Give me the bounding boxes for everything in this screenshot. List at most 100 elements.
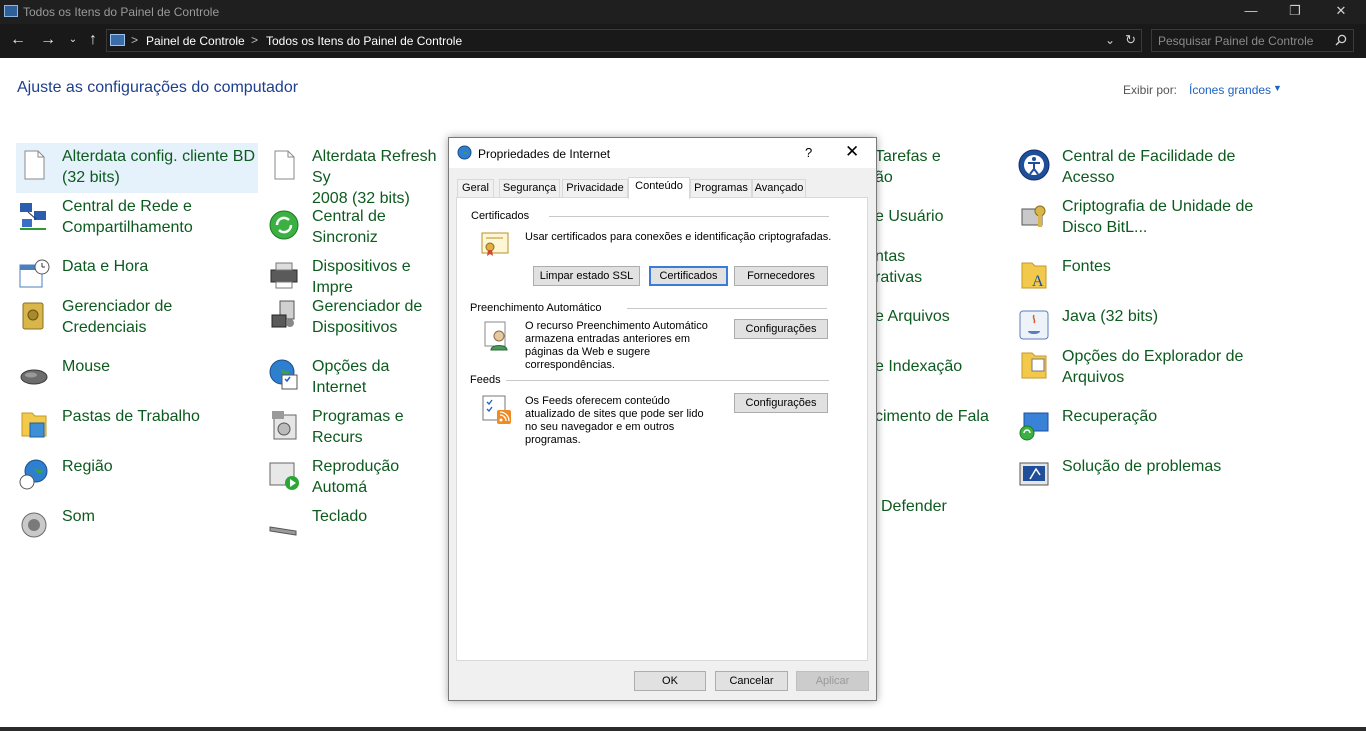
cp-item-label: e Arquivos	[875, 308, 950, 325]
page-title: Ajuste as configurações do computador	[17, 79, 299, 96]
cp-item-network-center[interactable]: Central de Rede e Compartilhamento	[16, 193, 258, 243]
certificates-button[interactable]: Certificados	[649, 266, 728, 286]
tab-general[interactable]: Geral	[457, 179, 494, 198]
dialog-title: Propriedades de Internet	[478, 147, 611, 161]
cp-item-recovery[interactable]: Recuperação	[1016, 403, 1286, 453]
refresh-icon[interactable]: ↻	[1125, 32, 1136, 48]
breadcrumb-separator-icon: >	[131, 33, 139, 47]
autocomplete-user-icon	[484, 321, 508, 351]
printer-icon	[270, 262, 298, 289]
cp-item-label: Opções da Internet	[312, 358, 390, 396]
view-by-caret-icon[interactable]: ▼	[1273, 83, 1282, 93]
cp-item-ease-of-access[interactable]: Central de Facilidade de Acesso	[1016, 143, 1286, 193]
folder-options-icon	[1021, 352, 1047, 379]
cp-item-label: Opções do Explorador de Arquivos	[1062, 348, 1244, 386]
sync-icon	[269, 210, 299, 240]
cp-item-label: Reprodução Automá	[312, 458, 400, 496]
apply-button[interactable]: Aplicar	[796, 671, 869, 691]
recovery-icon	[1019, 412, 1049, 441]
cp-item-device-manager[interactable]: Gerenciador de Dispositivos	[266, 293, 448, 343]
document-icon	[24, 150, 45, 180]
search-icon[interactable]	[1335, 34, 1347, 46]
cp-item-region[interactable]: Região	[16, 453, 258, 503]
cancel-button[interactable]: Cancelar	[715, 671, 788, 691]
back-arrow-icon[interactable]: ←	[7, 31, 29, 49]
cp-item-mouse[interactable]: Mouse	[16, 353, 258, 403]
cp-item-sync-center[interactable]: Central de Sincroniz	[266, 203, 448, 253]
cp-item-bitlocker[interactable]: Criptografia de Unidade de Disco BitL...	[1016, 193, 1286, 243]
cp-item-label: Central de Sincroniz	[312, 208, 386, 246]
bitlocker-key-icon	[1021, 205, 1046, 227]
cp-item-label: Teclado	[312, 508, 368, 525]
cp-item-label: Som	[62, 508, 95, 525]
search-box[interactable]	[1151, 29, 1354, 52]
close-window-button[interactable]: ✕	[1318, 0, 1364, 24]
search-input[interactable]	[1158, 33, 1328, 49]
control-panel-icon	[110, 34, 125, 46]
cp-item-label: Criptografia de Unidade de Disco BitL...	[1062, 198, 1254, 236]
clear-ssl-button[interactable]: Limpar estado SSL	[533, 266, 640, 286]
cp-item-work-folders[interactable]: Pastas de Trabalho	[16, 403, 258, 453]
ok-button[interactable]: OK	[634, 671, 706, 691]
cp-item-sound[interactable]: Som	[16, 503, 258, 553]
cp-item-credential-manager[interactable]: Gerenciador de Credenciais	[16, 293, 258, 343]
restore-button[interactable]: ❐	[1272, 0, 1318, 24]
internet-properties-dialog: Propriedades de Internet ? ✕ Geral Segur…	[448, 137, 877, 701]
up-arrow-icon[interactable]: ↑	[82, 31, 104, 49]
svg-text:A: A	[1032, 273, 1044, 290]
internet-globe-icon	[457, 145, 472, 160]
cp-item-programs-features[interactable]: Programas e Recurs	[266, 403, 448, 453]
cp-item-label: ntas rativas	[875, 248, 923, 286]
certificate-icon	[481, 232, 509, 256]
tab-programs[interactable]: Programas	[690, 179, 752, 198]
close-dialog-button[interactable]: ✕	[845, 142, 859, 162]
fonts-folder-icon: A	[1021, 262, 1047, 290]
cp-item-label: Alterdata config. cliente BD (32 bits)	[62, 148, 255, 186]
cp-item-troubleshooting[interactable]: Solução de problemas	[1016, 453, 1286, 503]
cp-item-label: Programas e Recurs	[312, 408, 404, 446]
java-icon	[1019, 310, 1049, 340]
group-divider	[549, 216, 829, 217]
network-icon	[20, 203, 46, 230]
group-divider	[506, 380, 829, 381]
minimize-button[interactable]: —	[1228, 0, 1274, 24]
control-panel-icon	[4, 5, 18, 17]
programs-icon	[272, 411, 297, 440]
feeds-icon	[482, 395, 511, 424]
cp-item-label: Região	[62, 458, 113, 475]
cp-item-keyboard[interactable]: Teclado	[266, 503, 448, 553]
navigation-bar: ← → ⌄ ↑ > Painel de Controle > Todos os …	[0, 24, 1366, 58]
troubleshooting-icon	[1019, 462, 1049, 486]
tab-advanced[interactable]: Avançado	[752, 179, 806, 198]
cp-item-file-explorer-options[interactable]: Opções do Explorador de Arquivos	[1016, 343, 1286, 393]
cp-item-label: Data e Hora	[62, 258, 149, 275]
autocomplete-settings-button[interactable]: Configurações	[734, 319, 828, 339]
tab-content[interactable]: Conteúdo	[628, 177, 690, 199]
cp-item-label: Defender	[881, 498, 947, 515]
cp-item-fonts[interactable]: A Fontes	[1016, 253, 1286, 303]
view-by-dropdown[interactable]: Ícones grandes	[1189, 83, 1271, 97]
publishers-button[interactable]: Fornecedores	[734, 266, 828, 286]
tab-security[interactable]: Segurança	[499, 179, 560, 198]
address-dropdown-icon[interactable]: ⌄	[1105, 33, 1115, 47]
cp-item-label: e Usuário	[875, 208, 944, 225]
cp-item-label: Fontes	[1062, 258, 1111, 275]
content-tab-panel: Certificados Usar certificados para cone…	[456, 197, 868, 661]
cp-item-alterdata-config[interactable]: Alterdata config. cliente BD (32 bits)	[16, 143, 258, 193]
cp-item-label: cimento de Fala	[875, 408, 989, 425]
breadcrumb-control-panel[interactable]: Painel de Controle	[146, 34, 245, 48]
cp-item-label: Solução de problemas	[1062, 458, 1222, 475]
cp-item-autoplay[interactable]: Reprodução Automá	[266, 453, 448, 503]
cp-item-alterdata-refresh[interactable]: Alterdata Refresh Sy 2008 (32 bits)	[266, 143, 448, 207]
breadcrumb-all-items[interactable]: Todos os Itens do Painel de Controle	[266, 34, 462, 48]
calendar-clock-icon	[19, 259, 50, 288]
feeds-group-label: Feeds	[470, 374, 501, 386]
help-button[interactable]: ?	[805, 145, 812, 160]
cp-item-label: Tarefas e ão	[875, 148, 941, 186]
recent-locations-chevron-icon[interactable]: ⌄	[62, 34, 84, 45]
feeds-settings-button[interactable]: Configurações	[734, 393, 828, 413]
forward-arrow-icon[interactable]: →	[37, 31, 59, 49]
tab-privacy[interactable]: Privacidade	[562, 179, 628, 198]
cp-item-internet-options[interactable]: Opções da Internet	[266, 353, 448, 403]
address-bar[interactable]: > Painel de Controle > Todos os Itens do…	[106, 29, 1142, 52]
